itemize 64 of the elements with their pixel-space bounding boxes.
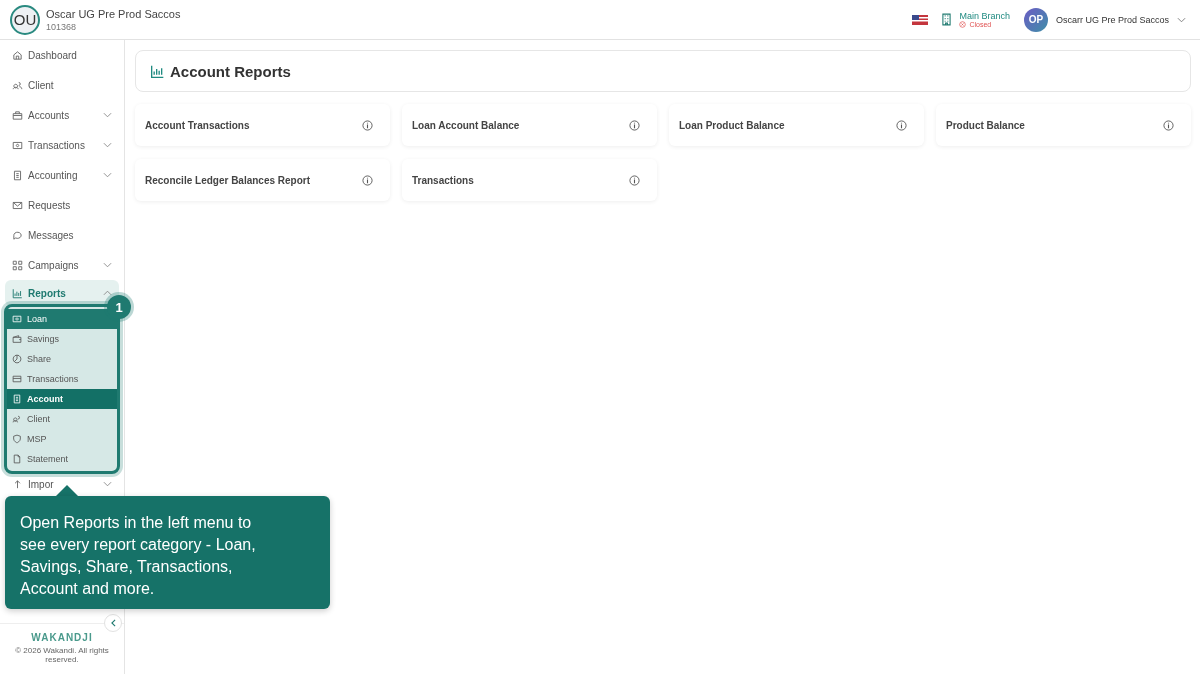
nav-item[interactable]: Accounts <box>5 100 119 130</box>
nav-item[interactable]: Messages <box>5 220 119 250</box>
report-card[interactable]: Loan Account Balance <box>402 104 657 146</box>
info-icon[interactable] <box>1163 119 1174 131</box>
report-icon <box>12 374 22 384</box>
nav-icon <box>12 229 23 241</box>
info-icon[interactable] <box>629 119 640 131</box>
report-icon <box>12 454 22 464</box>
nav-icon <box>12 139 23 151</box>
info-icon[interactable] <box>362 174 373 186</box>
submenu-item[interactable]: Savings <box>7 329 117 349</box>
brand-logo: WAKANDJI <box>31 632 93 643</box>
nav-icon <box>12 169 23 181</box>
nav-item[interactable]: Dashboard <box>5 40 119 70</box>
branch-name[interactable]: Main Branch <box>959 11 1010 21</box>
report-icon <box>12 314 22 324</box>
report-card[interactable]: Transactions <box>402 159 657 201</box>
closed-icon <box>959 21 967 28</box>
org-avatar: OU <box>10 4 40 35</box>
submenu-item[interactable]: Account <box>7 389 117 409</box>
report-card[interactable]: Account Transactions <box>135 104 390 146</box>
nav-item[interactable]: Accounting <box>5 160 119 190</box>
report-card[interactable]: Product Balance <box>936 104 1191 146</box>
step-badge: 1 <box>107 295 131 319</box>
report-icon <box>12 394 22 404</box>
info-icon[interactable] <box>362 119 373 131</box>
nav-icon <box>12 79 23 91</box>
info-icon[interactable] <box>896 119 907 131</box>
user-avatar[interactable]: OP <box>1023 7 1048 32</box>
report-icon <box>12 334 22 344</box>
chevron-left-icon <box>110 619 116 627</box>
report-card[interactable]: Loan Product Balance <box>669 104 924 146</box>
copyright: © 2026 Wakandi. All rights reserved. <box>14 646 110 664</box>
nav-icon <box>12 49 23 61</box>
submenu-item[interactable]: Transactions <box>7 369 117 389</box>
nav-item[interactable]: Impor <box>5 474 119 494</box>
nav-icon <box>12 199 23 211</box>
chevron-down-icon[interactable] <box>1177 16 1186 23</box>
nav-item[interactable]: Campaigns <box>5 250 119 280</box>
submenu-item[interactable]: Loan <box>7 309 117 329</box>
building-icon <box>942 13 952 26</box>
submenu-item[interactable]: Statement <box>7 449 117 469</box>
report-icon <box>12 434 22 444</box>
report-card[interactable]: Reconcile Ledger Balances Report <box>135 159 390 201</box>
submenu-item[interactable]: Share <box>7 349 117 369</box>
org-name: Oscar UG Pre Prod Saccos <box>46 7 181 20</box>
report-icon <box>12 354 22 364</box>
nav-item[interactable]: Client <box>5 70 119 100</box>
report-icon <box>12 414 22 424</box>
nav-item[interactable]: Requests <box>5 190 119 220</box>
upload-icon <box>12 478 23 490</box>
org-code: 101368 <box>46 21 78 32</box>
nav-icon <box>12 259 23 271</box>
nav-icon <box>12 287 23 299</box>
info-icon[interactable] <box>629 174 640 186</box>
chart-icon <box>150 63 165 79</box>
nav-icon <box>12 109 23 121</box>
flag-icon[interactable] <box>912 14 929 25</box>
nav-item[interactable]: Transactions <box>5 130 119 160</box>
user-name[interactable]: Oscarr UG Pre Prod Saccos <box>1055 14 1169 25</box>
submenu-item[interactable]: Client <box>7 409 117 429</box>
tooltip-text: Open Reports in the left menu to see every report category - Loan, Savings, Share, Transactions, Account and more. <box>20 513 257 599</box>
submenu-item[interactable]: MSP <box>7 429 117 449</box>
page-title: Account Reports <box>170 62 291 80</box>
